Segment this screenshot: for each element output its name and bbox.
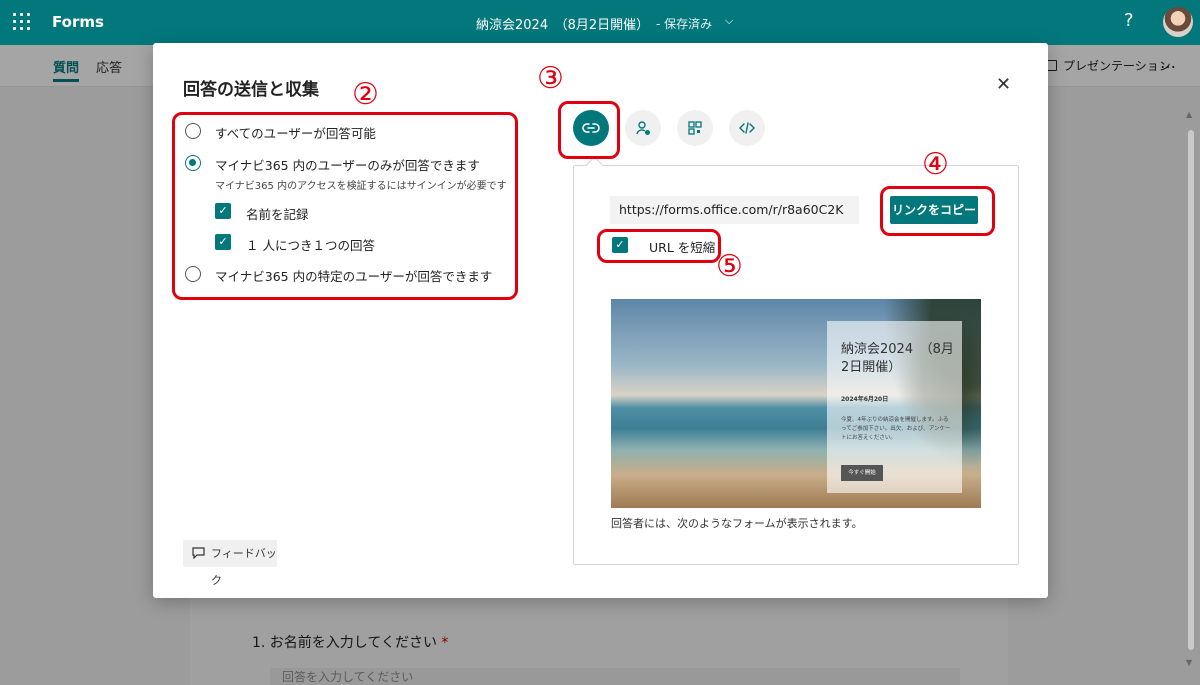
share-embed-tab[interactable] [729, 110, 765, 146]
form-preview-image: 納涼会2024 （8月2日開催） 2024年6月20日 今夏、4年ぶりの納涼会を… [611, 299, 981, 508]
feedback-icon [192, 547, 205, 559]
close-icon[interactable]: ✕ [996, 74, 1011, 95]
dialog-title: 回答の送信と収集 [183, 80, 319, 100]
feedback-label: フィードバック [211, 547, 277, 587]
share-qr-tab[interactable] [677, 110, 713, 146]
preview-card: 納涼会2024 （8月2日開催） 2024年6月20日 今夏、4年ぶりの納涼会を… [827, 321, 962, 493]
scroll-up-icon[interactable]: ▲ [1186, 110, 1192, 119]
highlight-link-tab [558, 101, 620, 159]
feedback-button[interactable]: フィードバック [183, 540, 277, 587]
preview-title: 納涼会2024 （8月2日開催） [841, 342, 954, 375]
scroll-down-icon[interactable]: ▼ [1186, 658, 1192, 667]
scrollbar-thumb[interactable] [1188, 130, 1194, 650]
callout-4: ④ [922, 147, 949, 182]
person-add-icon [636, 121, 650, 135]
avatar[interactable] [1163, 7, 1193, 37]
highlight-shorten-url [597, 229, 721, 263]
preview-caption: 回答者には、次のようなフォームが表示されます。 [611, 517, 863, 530]
embed-code-icon [739, 122, 755, 134]
callout-2: ② [352, 77, 379, 112]
save-status: - 保存済み [656, 17, 713, 31]
highlight-access-options [172, 112, 518, 300]
app-header: Forms 納涼会2024 （8月2日開催） - 保存済み ⌵ ? [0, 0, 1200, 45]
chevron-down-icon[interactable]: ⌵ [725, 14, 733, 28]
qr-code-icon [688, 121, 702, 135]
help-icon[interactable]: ? [1124, 10, 1134, 31]
callout-3: ③ [537, 61, 564, 96]
page-scrollbar[interactable]: ▲ ▼ [1186, 110, 1196, 670]
preview-date: 2024年6月20日 [841, 396, 889, 403]
highlight-copy-button [880, 186, 995, 236]
preview-body: 今夏、4年ぶりの納涼会を開催します。ふるってご参加下さい。出欠、および、アンケー… [841, 417, 951, 441]
share-url-field[interactable]: https://forms.office.com/r/r8a60C2K [610, 196, 859, 224]
share-invite-tab[interactable] [625, 110, 661, 146]
callout-5: ⑤ [716, 249, 743, 284]
app-launcher-icon[interactable] [13, 13, 31, 31]
app-name[interactable]: Forms [52, 13, 104, 31]
preview-start-button: 今すぐ開始 [841, 465, 883, 481]
document-title[interactable]: 納涼会2024 （8月2日開催） [476, 14, 649, 33]
